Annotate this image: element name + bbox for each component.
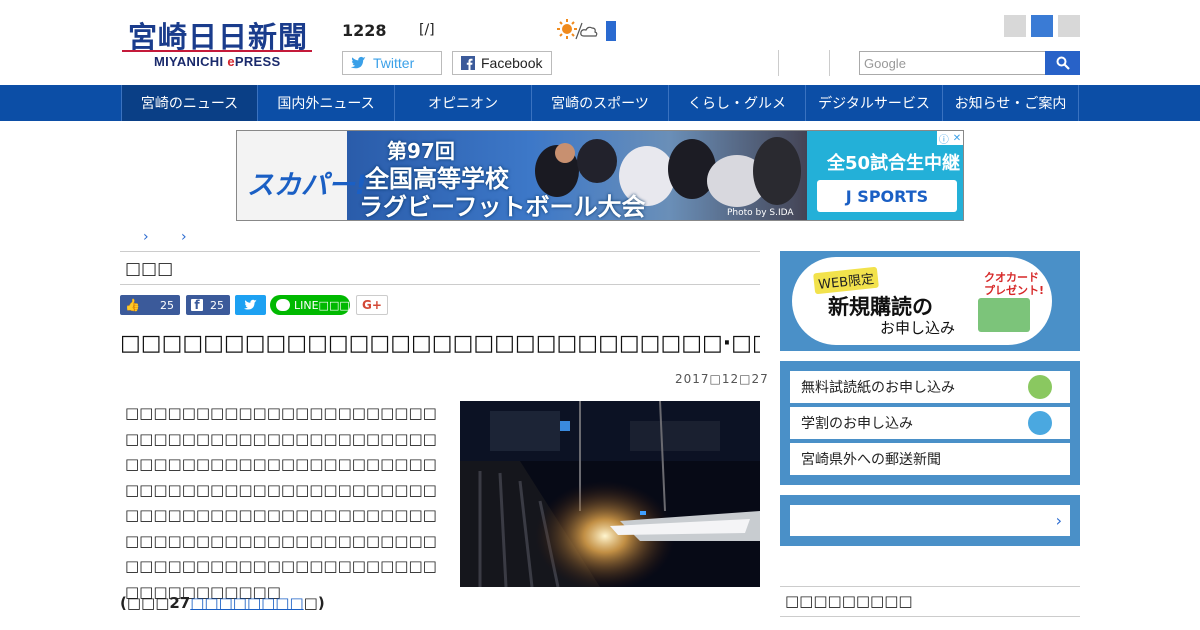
source-prefix: (□□□27 — [120, 594, 191, 612]
mascot-icon — [1028, 375, 1052, 399]
facebook-like-button[interactable]: 👍 25 — [120, 295, 180, 315]
twitter-follow-button[interactable]: Twitter — [342, 51, 442, 75]
article-source: (□□□27□□□□□□□□□) — [120, 594, 325, 612]
quo-card-icon — [978, 298, 1030, 332]
promo-quo-line2: プレゼント! — [984, 284, 1045, 297]
share-count: 25 — [210, 298, 224, 312]
school-mascot-icon — [1028, 411, 1052, 435]
promo-sub-text: お申し込み — [880, 319, 956, 337]
subscription-promo-banner[interactable]: WEB限定 クオカード プレゼント! 新規購読の お申し込み — [780, 251, 1080, 351]
weather-indicator — [606, 21, 616, 41]
search-icon — [1056, 56, 1070, 70]
like-count: 25 — [160, 298, 174, 312]
logo-sub-e: e — [227, 54, 235, 69]
font-size-large-button[interactable] — [1058, 15, 1080, 37]
twitter-icon — [351, 56, 367, 70]
font-size-small-button[interactable] — [1004, 15, 1026, 37]
ad-info-icon[interactable]: ⓘ — [939, 131, 949, 146]
section-label: □□□ — [125, 259, 174, 279]
logo-rule — [122, 50, 312, 52]
line-share-button[interactable]: LINE□□□ — [270, 295, 350, 315]
google-plus-button[interactable]: G+ — [356, 295, 388, 315]
article-date: 2017□12□27 — [675, 372, 769, 386]
ad-close-icon[interactable]: ✕ — [953, 133, 961, 144]
sidebar-rule — [780, 586, 1080, 587]
header-divider — [778, 50, 779, 76]
tweet-button[interactable] — [235, 295, 266, 315]
article-headline: □□□□□□□□□□□□□□□□□□□□□□□□□□□□□·□□ — [120, 331, 760, 356]
search-button[interactable] — [1045, 51, 1080, 75]
source-link[interactable]: □□□□□□□□ — [190, 594, 303, 612]
thumbs-up-icon: 👍 — [125, 298, 140, 312]
nav-item-domestic-intl-news[interactable]: 国内外ニュース — [257, 85, 394, 121]
chevron-right-icon[interactable]: › — [1056, 511, 1062, 530]
line-label: LINE□□□ — [294, 298, 350, 312]
facebook-label: Facebook — [481, 55, 543, 71]
sidebar-search-box: › — [780, 495, 1080, 546]
sun-cloud-icon — [557, 19, 598, 40]
twitter-label: Twitter — [373, 55, 415, 71]
search-input[interactable]: Google — [859, 51, 1046, 75]
sidebar-rule — [780, 616, 1080, 617]
site-logo[interactable]: 宮崎日日新聞 MIYANICHI ePRESS — [122, 10, 312, 74]
article-photo[interactable] — [460, 401, 760, 587]
nav-item-lifestyle-gourmet[interactable]: くらし・グルメ — [668, 85, 805, 121]
section-rule — [120, 284, 760, 285]
nav-item-sports[interactable]: 宮崎のスポーツ — [531, 85, 668, 121]
sidebar-heading: □□□□□□□□□ — [785, 592, 913, 610]
facebook-icon: f — [191, 298, 203, 312]
nav-item-opinion[interactable]: オピニオン — [394, 85, 531, 121]
logo-sub-suffix: PRESS — [234, 54, 281, 69]
banner-ad[interactable]: スカパー! 第97回 全国高等学校 ラグビーフットボール大会 Photo by … — [236, 130, 964, 221]
banner-photo-credit: Photo by S.IDA — [727, 208, 794, 218]
link-label: 無料試読紙のお申し込み — [801, 380, 955, 396]
line-icon — [276, 299, 290, 311]
facebook-icon — [461, 56, 475, 70]
banner-title-line3: ラグビーフットボール大会 — [359, 193, 646, 221]
breadcrumb-separator: › — [181, 229, 187, 245]
logo-sub-prefix: MIYANICHI — [154, 54, 228, 69]
nav-item-digital-services[interactable]: デジタルサービス — [805, 85, 942, 121]
link-label: 学割のお申し込み — [801, 416, 913, 432]
facebook-follow-button[interactable]: Facebook — [452, 51, 552, 75]
mail-delivery-link[interactable]: 宮崎県外への郵送新聞 — [790, 443, 1070, 475]
page: 宮崎日日新聞 MIYANICHI ePRESS 1228 [/] Twitter… — [0, 0, 1200, 630]
link-label: 宮崎県外への郵送新聞 — [801, 452, 941, 468]
article-body: □□□□□□□□□□□□□□□□□□□□□□□□□□□□□□□□□□□□□□□□… — [125, 404, 437, 601]
today-date: 1228 — [342, 21, 387, 40]
main-nav: 宮崎のニュース 国内外ニュース オピニオン 宮崎のスポーツ くらし・グルメ デジ… — [0, 85, 1200, 121]
header: 宮崎日日新聞 MIYANICHI ePRESS 1228 [/] Twitter… — [0, 0, 1200, 85]
breadcrumb-separator: › — [143, 229, 149, 245]
today-weekday: [/] — [419, 22, 435, 38]
nav-item-notices[interactable]: お知らせ・ご案内 — [942, 85, 1079, 121]
article-top-rule — [120, 251, 760, 252]
free-trial-link[interactable]: 無料試読紙のお申し込み — [790, 371, 1070, 403]
banner-channel: J SPORTS — [817, 180, 957, 212]
student-discount-link[interactable]: 学割のお申し込み — [790, 407, 1070, 439]
subscription-links-box: 無料試読紙のお申し込み 学割のお申し込み 宮崎県外への郵送新聞 — [780, 361, 1080, 485]
night-fishing-boat-image — [460, 401, 760, 587]
sidebar-search-input[interactable]: › — [790, 505, 1070, 536]
logo-subtitle: MIYANICHI ePRESS — [154, 54, 280, 69]
twitter-icon — [243, 299, 257, 310]
ad-choices-icon[interactable]: ⓘ ✕ — [937, 131, 963, 146]
nav-item-miyazaki-news[interactable]: 宮崎のニュース — [121, 85, 257, 121]
banner-live-text: 全50試合生中継 — [827, 153, 961, 174]
source-suffix: □) — [303, 594, 325, 612]
banner-brand: スカパー! — [246, 170, 368, 201]
header-divider — [829, 50, 830, 76]
font-size-medium-button[interactable] — [1031, 15, 1053, 37]
facebook-share-button[interactable]: f 25 — [186, 295, 230, 315]
